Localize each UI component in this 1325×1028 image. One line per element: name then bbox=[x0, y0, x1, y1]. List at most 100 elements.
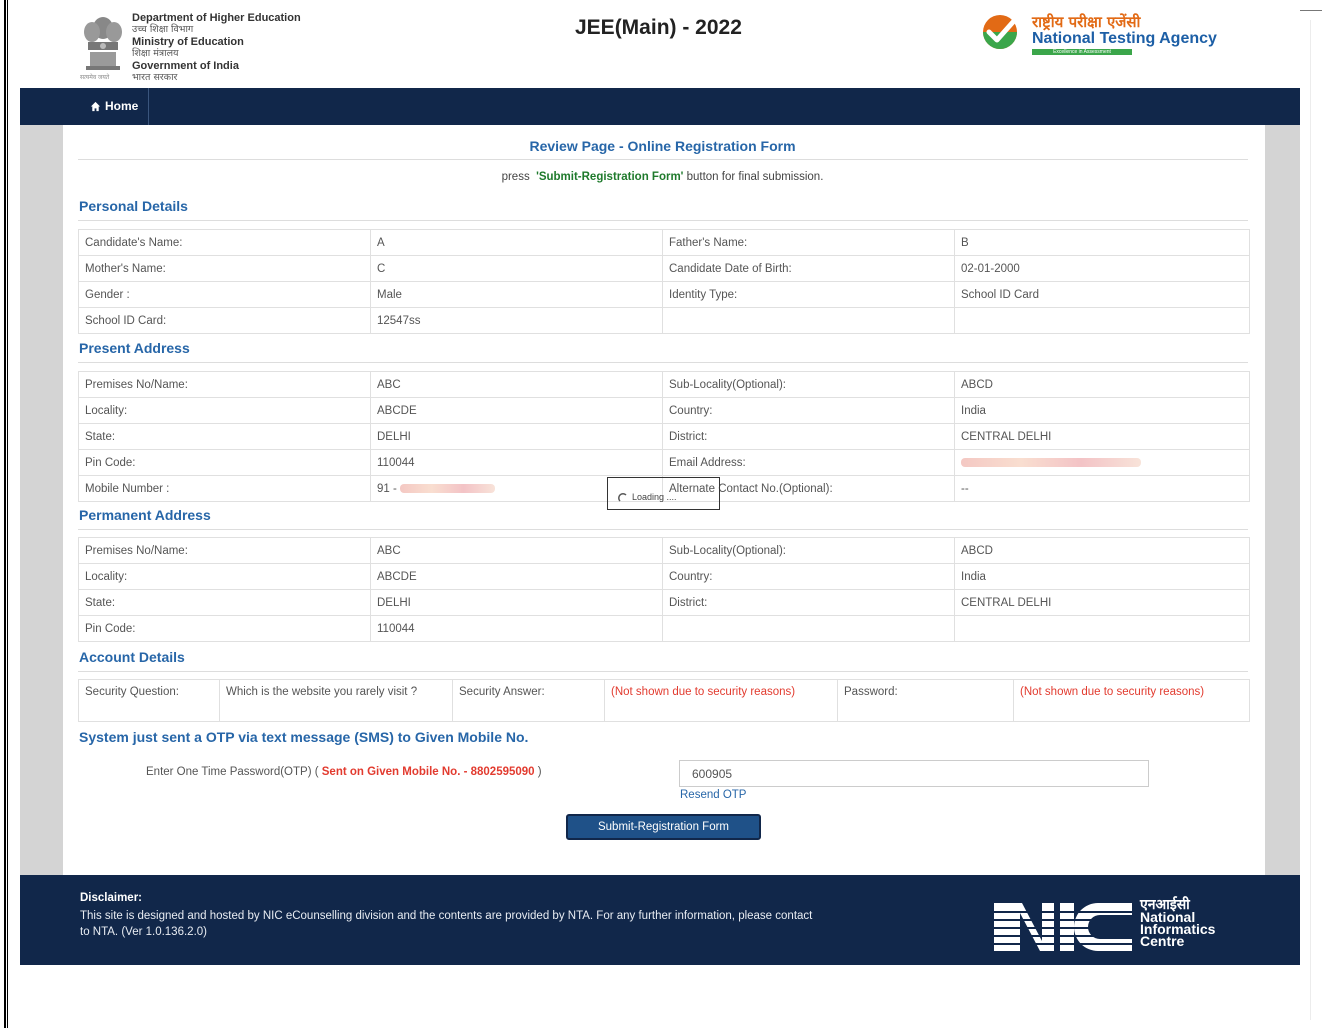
security-answer-value: (Not shown due to security reasons) bbox=[604, 679, 838, 722]
dept-line: भारत सरकार bbox=[132, 72, 178, 83]
section-present-address: Present Address bbox=[79, 340, 190, 356]
field-label: Premises No/Name: bbox=[78, 371, 371, 398]
otp-label-prefix: Enter One Time Password(OTP) ( bbox=[146, 766, 319, 778]
submission-note: press 'Submit-Registration Form' button … bbox=[0, 171, 1325, 183]
field-value: India bbox=[954, 397, 1250, 424]
section-divider bbox=[78, 529, 1248, 530]
field-value: CENTRAL DELHI bbox=[954, 589, 1250, 616]
field-label: Premises No/Name: bbox=[78, 537, 371, 564]
field-value: DELHI bbox=[370, 589, 663, 616]
field-value: DELHI bbox=[370, 423, 663, 450]
national-emblem-icon bbox=[84, 17, 122, 70]
resend-otp-link[interactable]: Resend OTP bbox=[680, 789, 746, 801]
exam-title: JEE(Main) - 2022 bbox=[575, 16, 742, 39]
table-row: Mother's Name: C Candidate Date of Birth… bbox=[78, 255, 1250, 282]
field-value: Male bbox=[370, 281, 663, 308]
page-edge-rule bbox=[4, 0, 8, 1028]
table-row: Candidate's Name: A Father's Name: B bbox=[78, 229, 1250, 256]
table-row: Locality: ABCDE Country: India bbox=[78, 397, 1250, 424]
field-value: 02-01-2000 bbox=[954, 255, 1250, 282]
field-value: 110044 bbox=[370, 615, 663, 642]
field-label: Mobile Number : bbox=[78, 475, 371, 502]
redacted-mobile bbox=[400, 483, 496, 493]
field-label: Country: bbox=[662, 563, 955, 590]
nav-home-label: Home bbox=[105, 99, 139, 113]
dept-line: Ministry of Education bbox=[132, 36, 244, 48]
otp-heading: System just sent a OTP via text message … bbox=[79, 729, 529, 745]
field-value: ABC bbox=[370, 537, 663, 564]
security-answer-label: Security Answer: bbox=[452, 679, 605, 722]
otp-label: Enter One Time Password(OTP) ( Sent on G… bbox=[146, 766, 542, 778]
field-label: District: bbox=[662, 423, 955, 450]
field-value: ABCDE bbox=[370, 397, 663, 424]
otp-input[interactable] bbox=[679, 760, 1149, 787]
dept-line: उच्च शिक्षा विभाग bbox=[132, 24, 194, 35]
table-row: Pin Code: 110044 Email Address: bbox=[78, 449, 1250, 476]
field-label: Father's Name: bbox=[662, 229, 955, 256]
table-row: Gender : Male Identity Type: School ID C… bbox=[78, 281, 1250, 308]
page-title: Review Page - Online Registration Form bbox=[529, 138, 796, 154]
account-details-table: Security Question: Which is the website … bbox=[78, 679, 1250, 722]
main-navbar: Home bbox=[20, 88, 1300, 125]
field-label: Pin Code: bbox=[78, 615, 371, 642]
field-label bbox=[662, 615, 955, 642]
dept-line: शिक्षा मंत्रालय bbox=[132, 48, 179, 59]
field-label: Candidate Date of Birth: bbox=[662, 255, 955, 282]
field-value: B bbox=[954, 229, 1250, 256]
field-label: Country: bbox=[662, 397, 955, 424]
note-button-name: 'Submit-Registration Form' bbox=[536, 171, 684, 183]
field-value: -- bbox=[954, 475, 1250, 502]
spinner-icon bbox=[618, 493, 627, 502]
loading-indicator: Loading .... bbox=[607, 477, 720, 510]
site-header: सत्यमेव जयते Department of Higher Educat… bbox=[20, 0, 1300, 88]
nic-logo-icon bbox=[994, 903, 1132, 951]
field-value: ABCDE bbox=[370, 563, 663, 590]
title-divider bbox=[78, 159, 1248, 160]
field-value: India bbox=[954, 563, 1250, 590]
section-divider bbox=[78, 362, 1248, 363]
section-personal-details: Personal Details bbox=[79, 198, 188, 214]
field-value: School ID Card bbox=[954, 281, 1250, 308]
note-suffix: button for final submission. bbox=[686, 171, 824, 183]
field-label: Mother's Name: bbox=[78, 255, 371, 282]
field-label: Locality: bbox=[78, 397, 371, 424]
field-label: Identity Type: bbox=[662, 281, 955, 308]
note-prefix: press bbox=[501, 171, 530, 183]
field-value: 110044 bbox=[370, 449, 663, 476]
agency-tagline: Excellence in Assessment bbox=[1032, 49, 1132, 55]
field-value bbox=[954, 615, 1250, 642]
field-label: Pin Code: bbox=[78, 449, 371, 476]
nav-home-link[interactable]: Home bbox=[80, 88, 150, 125]
field-value: 12547ss bbox=[370, 307, 663, 334]
security-question-label: Security Question: bbox=[78, 679, 220, 722]
dept-line: Government of India bbox=[132, 60, 239, 72]
dept-line: Department of Higher Education bbox=[132, 12, 301, 24]
table-row: Premises No/Name: ABC Sub-Locality(Optio… bbox=[78, 537, 1250, 564]
field-value: ABC bbox=[370, 371, 663, 398]
disclaimer-title: Disclaimer: bbox=[80, 892, 143, 904]
field-label: Sub-Locality(Optional): bbox=[662, 371, 955, 398]
emblem-caption: सत्यमेव जयते bbox=[80, 75, 110, 81]
table-row: State: DELHI District: CENTRAL DELHI bbox=[78, 423, 1250, 450]
section-permanent-address: Permanent Address bbox=[79, 507, 211, 523]
field-label: State: bbox=[78, 589, 371, 616]
table-row: State: DELHI District: CENTRAL DELHI bbox=[78, 589, 1250, 616]
permanent-address-table: Premises No/Name: ABC Sub-Locality(Optio… bbox=[78, 537, 1250, 642]
field-value: C bbox=[370, 255, 663, 282]
field-value: ABCD bbox=[954, 371, 1250, 398]
submit-registration-button[interactable]: Submit-Registration Form bbox=[566, 814, 761, 840]
field-label: Gender : bbox=[78, 281, 371, 308]
field-label bbox=[662, 307, 955, 334]
field-label: Candidate's Name: bbox=[78, 229, 371, 256]
password-value: (Not shown due to security reasons) bbox=[1013, 679, 1250, 722]
redacted-email bbox=[961, 457, 1141, 467]
field-value: A bbox=[370, 229, 663, 256]
field-label: Email Address: bbox=[662, 449, 955, 476]
field-value: CENTRAL DELHI bbox=[954, 423, 1250, 450]
agency-name-english: National Testing Agency bbox=[1032, 30, 1217, 47]
page-corner-mark bbox=[1300, 10, 1322, 11]
loading-text: Loading .... bbox=[632, 492, 677, 502]
nta-logo-icon bbox=[983, 15, 1017, 49]
mobile-prefix: 91 - bbox=[377, 482, 401, 495]
nic-wordmark: एनआईसी National Informatics Centre bbox=[1140, 898, 1215, 948]
